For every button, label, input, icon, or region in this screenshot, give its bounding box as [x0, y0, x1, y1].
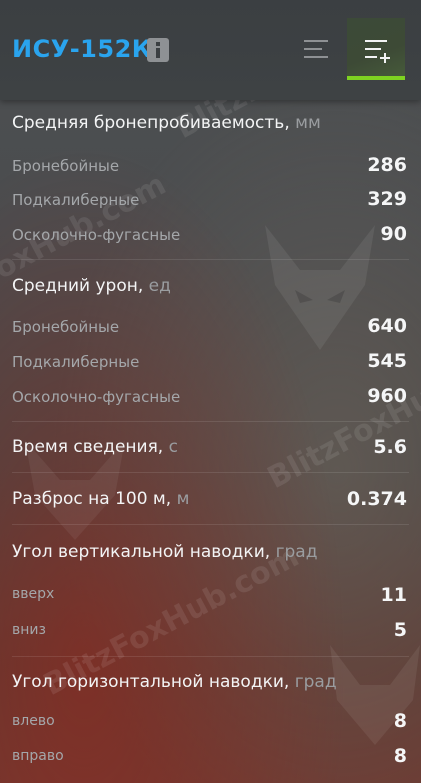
info-icon[interactable] — [147, 38, 169, 62]
stat-value: 8 — [393, 745, 407, 767]
stat-label: Бронебойные — [12, 318, 120, 336]
stat-label: влево — [12, 713, 55, 729]
stat-value: 545 — [367, 350, 407, 372]
section-title-damage: Средний урон, ед — [12, 276, 171, 296]
add-list-icon — [365, 40, 387, 42]
divider — [12, 524, 409, 525]
stat-label: Осколочно-фугасные — [12, 226, 181, 244]
stat-label: Осколочно-фугасные — [12, 388, 181, 406]
stat-label: Подкалиберные — [12, 353, 140, 371]
stat-label: Бронебойные — [12, 157, 120, 175]
section-title-horizontal-aim: Угол горизонтальной наводки, град — [12, 672, 337, 692]
stat-label: вправо — [12, 748, 64, 764]
stat-value: 90 — [380, 223, 407, 245]
stat-label: Подкалиберные — [12, 191, 140, 209]
section-title-vertical-aim: Угол вертикальной наводки, град — [12, 542, 318, 562]
stat-value: 11 — [380, 584, 407, 606]
dispersion-value: 0.374 — [346, 488, 407, 510]
stat-value: 640 — [367, 315, 407, 337]
section-title-dispersion: Разброс на 100 м, м — [12, 489, 190, 509]
divider — [12, 472, 409, 473]
divider — [12, 259, 409, 260]
stat-value: 329 — [367, 188, 407, 210]
divider — [12, 656, 409, 657]
list-view-icon[interactable] — [304, 38, 334, 60]
stat-value: 960 — [367, 385, 407, 407]
stat-value: 8 — [393, 710, 407, 732]
header-bar: ИСУ-152К — [0, 0, 421, 100]
add-to-compare-button[interactable] — [347, 18, 405, 80]
vehicle-title: ИСУ-152К — [12, 35, 152, 63]
stat-value: 5 — [393, 619, 407, 641]
fox-logo-watermark — [265, 225, 375, 350]
section-title-penetration: Средняя бронепробиваемость, мм — [12, 113, 321, 133]
aim-time-value: 5.6 — [373, 436, 407, 458]
stat-label: вниз — [12, 622, 46, 638]
section-title-aim-time: Время сведения, с — [12, 437, 178, 457]
divider — [12, 421, 409, 422]
stat-label: вверх — [12, 586, 55, 602]
stat-value: 286 — [367, 154, 407, 176]
